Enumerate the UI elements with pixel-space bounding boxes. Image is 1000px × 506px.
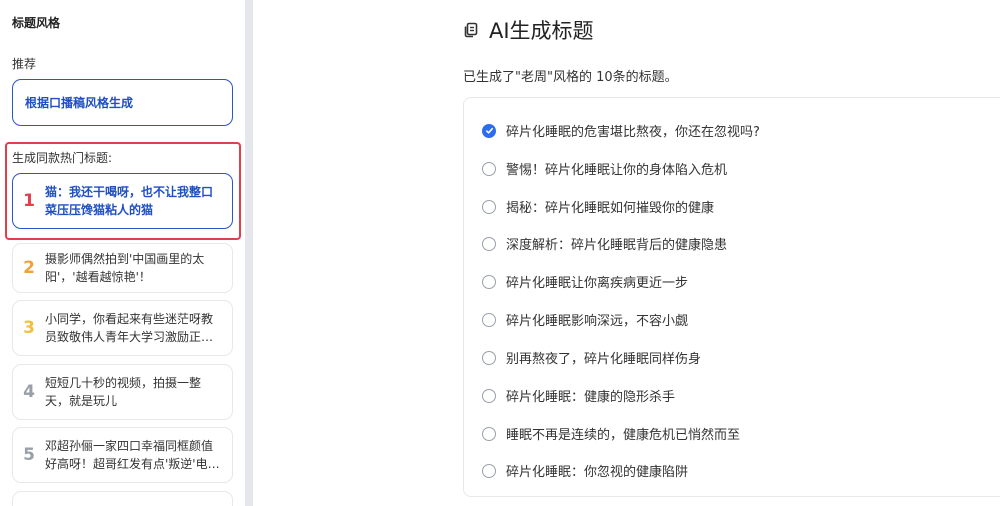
- title-option[interactable]: 深度解析：碎片化睡眠背后的健康隐患: [482, 234, 727, 253]
- radio-icon[interactable]: [482, 274, 496, 289]
- rank-number: 3: [23, 318, 35, 338]
- hot-title-text: 小同学，你看起来有些迷茫呀教员致敬伟人青年大学习激励正…: [45, 312, 214, 344]
- hot-title-item[interactable]: 2 摄影师偶然拍到'中国画里的太阳'，'越看越惊艳'！: [12, 243, 233, 293]
- generate-by-script-button[interactable]: 根据口播稿风格生成: [12, 79, 233, 126]
- title-option-text: 碎片化睡眠让你离疾病更近一步: [506, 276, 689, 291]
- rank-number: 5: [23, 445, 35, 465]
- title-option-text: 警惕！碎片化睡眠让你的身体陷入危机: [506, 163, 728, 178]
- title-option-text: 深度解析：碎片化睡眠背后的健康隐患: [506, 238, 728, 253]
- generation-summary: 已生成了"老周"风格的 10条的标题。: [463, 70, 678, 85]
- radio-icon[interactable]: [482, 199, 496, 214]
- radio-icon[interactable]: [482, 426, 496, 441]
- rank-number: 2: [23, 258, 35, 278]
- hot-title-item[interactable]: 4 短短几十秒的视频，拍摄一整天，就是玩儿: [12, 364, 233, 420]
- main-panel: AI生成标题 已生成了"老周"风格的 10条的标题。 碎片化睡眠的危害堪比熬夜，…: [253, 0, 1000, 506]
- radio-icon[interactable]: [482, 463, 496, 478]
- page-title: AI生成标题: [489, 19, 594, 43]
- hot-title-text: 邓超孙俪一家四口幸福同框颜值好高呀！超哥红发有点'叛逆'电…: [45, 439, 220, 471]
- title-option-text: 揭秘：碎片化睡眠如何摧毁你的健康: [506, 201, 715, 216]
- hot-titles-label: 生成同款热门标题:: [12, 151, 113, 165]
- hot-title-item[interactable]: 3 小同学，你看起来有些迷茫呀教员致敬伟人青年大学习激励正…: [12, 300, 233, 356]
- rank-number: 1: [23, 191, 35, 211]
- recommend-label: 推荐: [12, 57, 37, 71]
- hot-title-item[interactable]: [12, 491, 233, 506]
- radio-icon[interactable]: [482, 388, 496, 403]
- hot-title-item[interactable]: 1 猫：我还干喝呀，也不让我整口菜压压馋猫粘人的猫: [12, 173, 233, 229]
- title-option[interactable]: 揭秘：碎片化睡眠如何摧毁你的健康: [482, 197, 714, 216]
- title-option[interactable]: 碎片化睡眠的危害堪比熬夜，你还在忽视吗?: [482, 121, 760, 140]
- sidebar: 标题风格 推荐 根据口播稿风格生成 生成同款热门标题: 1 猫：我还干喝呀，也不…: [0, 0, 245, 506]
- title-option-text: 碎片化睡眠：你忽视的健康陷阱: [506, 465, 689, 480]
- radio-icon[interactable]: [482, 312, 496, 327]
- radio-icon[interactable]: [482, 350, 496, 365]
- title-option[interactable]: 碎片化睡眠：你忽视的健康陷阱: [482, 461, 688, 480]
- title-option[interactable]: 睡眠不再是连续的，健康危机已悄然而至: [482, 424, 740, 443]
- title-option-text: 碎片化睡眠：健康的隐形杀手: [506, 390, 676, 405]
- title-option[interactable]: 碎片化睡眠：健康的隐形杀手: [482, 386, 675, 405]
- title-option-text: 睡眠不再是连续的，健康危机已悄然而至: [506, 428, 741, 443]
- hot-title-text: 短短几十秒的视频，拍摄一整天，就是玩儿: [45, 376, 202, 408]
- radio-icon[interactable]: [482, 236, 496, 251]
- rank-number: 4: [23, 382, 35, 402]
- radio-checked-icon[interactable]: [482, 123, 496, 138]
- title-option[interactable]: 别再熬夜了，碎片化睡眠同样伤身: [482, 348, 701, 367]
- hot-title-text: 猫：我还干喝呀，也不让我整口菜压压馋猫粘人的猫: [45, 185, 214, 217]
- title-option-text: 碎片化睡眠影响深远，不容小觑: [506, 314, 689, 329]
- hot-title-item[interactable]: 5 邓超孙俪一家四口幸福同框颜值好高呀！超哥红发有点'叛逆'电…: [12, 427, 233, 483]
- title-option-text: 碎片化睡眠的危害堪比熬夜，你还在忽视吗?: [506, 125, 760, 140]
- radio-icon[interactable]: [482, 161, 496, 176]
- title-option[interactable]: 碎片化睡眠影响深远，不容小觑: [482, 310, 688, 329]
- main-header: AI生成标题: [463, 15, 594, 45]
- title-option[interactable]: 警惕！碎片化睡眠让你的身体陷入危机: [482, 159, 727, 178]
- title-option[interactable]: 碎片化睡眠让你离疾病更近一步: [482, 272, 688, 291]
- sidebar-divider: [245, 0, 253, 506]
- sidebar-title: 标题风格: [12, 16, 61, 30]
- app: 标题风格 推荐 根据口播稿风格生成 生成同款热门标题: 1 猫：我还干喝呀，也不…: [0, 0, 1000, 506]
- copy-document-icon: [464, 22, 478, 38]
- title-option-text: 别再熬夜了，碎片化睡眠同样伤身: [506, 352, 702, 367]
- title-options-list: 碎片化睡眠的危害堪比熬夜，你还在忽视吗? 警惕！碎片化睡眠让你的身体陷入危机 揭…: [463, 97, 1000, 497]
- hot-title-text: 摄影师偶然拍到'中国画里的太阳'，'越看越惊艳'！: [45, 252, 205, 284]
